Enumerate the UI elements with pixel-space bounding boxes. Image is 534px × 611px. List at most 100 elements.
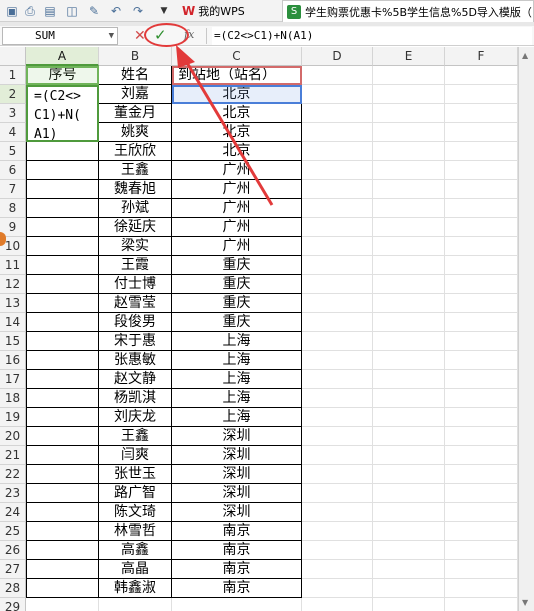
cell-f8[interactable] (445, 199, 518, 218)
cell-e27[interactable] (373, 560, 445, 579)
customize-dropdown-icon[interactable]: ▼ (156, 3, 172, 19)
cell-b22[interactable]: 张世玉 (99, 465, 172, 484)
cell-b5[interactable]: 王欣欣 (99, 142, 172, 161)
cell-e9[interactable] (373, 218, 445, 237)
cell-b24[interactable]: 陈文琦 (99, 503, 172, 522)
cell-a18[interactable] (26, 389, 99, 408)
cell-a24[interactable] (26, 503, 99, 522)
cell-c17[interactable]: 上海 (172, 370, 302, 389)
cell-b14[interactable]: 段俊男 (99, 313, 172, 332)
cell-d28[interactable] (302, 579, 373, 598)
cell-b26[interactable]: 高鑫 (99, 541, 172, 560)
cell-d20[interactable] (302, 427, 373, 446)
cell-e3[interactable] (373, 104, 445, 123)
cell-e14[interactable] (373, 313, 445, 332)
tab-document[interactable]: S 学生购票优惠卡%5B学生信息%5D导入模版（ (282, 0, 534, 22)
cell-a16[interactable] (26, 351, 99, 370)
cell-d6[interactable] (302, 161, 373, 180)
row-header-26[interactable]: 26 (0, 541, 26, 560)
cell-d4[interactable] (302, 123, 373, 142)
cell-d19[interactable] (302, 408, 373, 427)
cell-b7[interactable]: 魏春旭 (99, 180, 172, 199)
cell-e18[interactable] (373, 389, 445, 408)
column-header-f[interactable]: F (445, 47, 518, 66)
cell-a14[interactable] (26, 313, 99, 332)
cell-c16[interactable]: 上海 (172, 351, 302, 370)
cell-c27[interactable]: 南京 (172, 560, 302, 579)
cell-b28[interactable]: 韩鑫淑 (99, 579, 172, 598)
cell-f19[interactable] (445, 408, 518, 427)
cell-f27[interactable] (445, 560, 518, 579)
cell-a6[interactable] (26, 161, 99, 180)
column-header-e[interactable]: E (373, 47, 445, 66)
cell-e11[interactable] (373, 256, 445, 275)
column-header-c[interactable]: C (172, 47, 302, 66)
cell-d27[interactable] (302, 560, 373, 579)
cell-e5[interactable] (373, 142, 445, 161)
cell-e21[interactable] (373, 446, 445, 465)
redo-icon[interactable]: ↷ (130, 3, 146, 19)
cell-f25[interactable] (445, 522, 518, 541)
row-header-14[interactable]: 14 (0, 313, 26, 332)
cell-d11[interactable] (302, 256, 373, 275)
cell-c8[interactable]: 广州 (172, 199, 302, 218)
cell-d12[interactable] (302, 275, 373, 294)
cell-a13[interactable] (26, 294, 99, 313)
row-header-2[interactable]: 2 (0, 85, 26, 104)
cell-a10[interactable] (26, 237, 99, 256)
cell-a5[interactable] (26, 142, 99, 161)
row-header-18[interactable]: 18 (0, 389, 26, 408)
cell-b17[interactable]: 赵文静 (99, 370, 172, 389)
cell-d26[interactable] (302, 541, 373, 560)
cell-f12[interactable] (445, 275, 518, 294)
cell-f23[interactable] (445, 484, 518, 503)
row-header-11[interactable]: 11 (0, 256, 26, 275)
cell-c15[interactable]: 上海 (172, 332, 302, 351)
cell-d24[interactable] (302, 503, 373, 522)
cell-c7[interactable]: 广州 (172, 180, 302, 199)
cell-a19[interactable] (26, 408, 99, 427)
cell-editor-a2[interactable]: =(C2<> C1)+N(A1) (26, 85, 99, 142)
cell-e25[interactable] (373, 522, 445, 541)
cell-e17[interactable] (373, 370, 445, 389)
format-painter-icon[interactable]: ✎ (86, 3, 102, 19)
cell-e1[interactable] (373, 66, 445, 85)
cell-e23[interactable] (373, 484, 445, 503)
cell-f9[interactable] (445, 218, 518, 237)
chevron-down-icon[interactable]: ▼ (109, 28, 114, 44)
cell-d16[interactable] (302, 351, 373, 370)
cell-e2[interactable] (373, 85, 445, 104)
cell-d29[interactable] (302, 598, 373, 611)
cell-c5[interactable]: 北京 (172, 142, 302, 161)
row-header-28[interactable]: 28 (0, 579, 26, 598)
print-icon[interactable]: ⎙ (22, 3, 38, 19)
cell-a7[interactable] (26, 180, 99, 199)
cell-f7[interactable] (445, 180, 518, 199)
cell-b3[interactable]: 董金月 (99, 104, 172, 123)
cell-a12[interactable] (26, 275, 99, 294)
cell-f24[interactable] (445, 503, 518, 522)
cell-e12[interactable] (373, 275, 445, 294)
cell-d23[interactable] (302, 484, 373, 503)
cell-c29[interactable] (172, 598, 302, 611)
cell-d13[interactable] (302, 294, 373, 313)
cell-c12[interactable]: 重庆 (172, 275, 302, 294)
cell-d14[interactable] (302, 313, 373, 332)
cell-e26[interactable] (373, 541, 445, 560)
cell-b16[interactable]: 张惠敏 (99, 351, 172, 370)
cell-f29[interactable] (445, 598, 518, 611)
row-header-3[interactable]: 3 (0, 104, 26, 123)
cell-d10[interactable] (302, 237, 373, 256)
cell-c3[interactable]: 北京 (172, 104, 302, 123)
cell-f1[interactable] (445, 66, 518, 85)
cell-c11[interactable]: 重庆 (172, 256, 302, 275)
cell-d2[interactable] (302, 85, 373, 104)
cell-f10[interactable] (445, 237, 518, 256)
cell-b19[interactable]: 刘庆龙 (99, 408, 172, 427)
cell-a8[interactable] (26, 199, 99, 218)
cell-c26[interactable]: 南京 (172, 541, 302, 560)
cell-d8[interactable] (302, 199, 373, 218)
formula-input[interactable]: =(C2<>C1)+N(A1) (212, 27, 532, 45)
cell-a23[interactable] (26, 484, 99, 503)
cell-e13[interactable] (373, 294, 445, 313)
